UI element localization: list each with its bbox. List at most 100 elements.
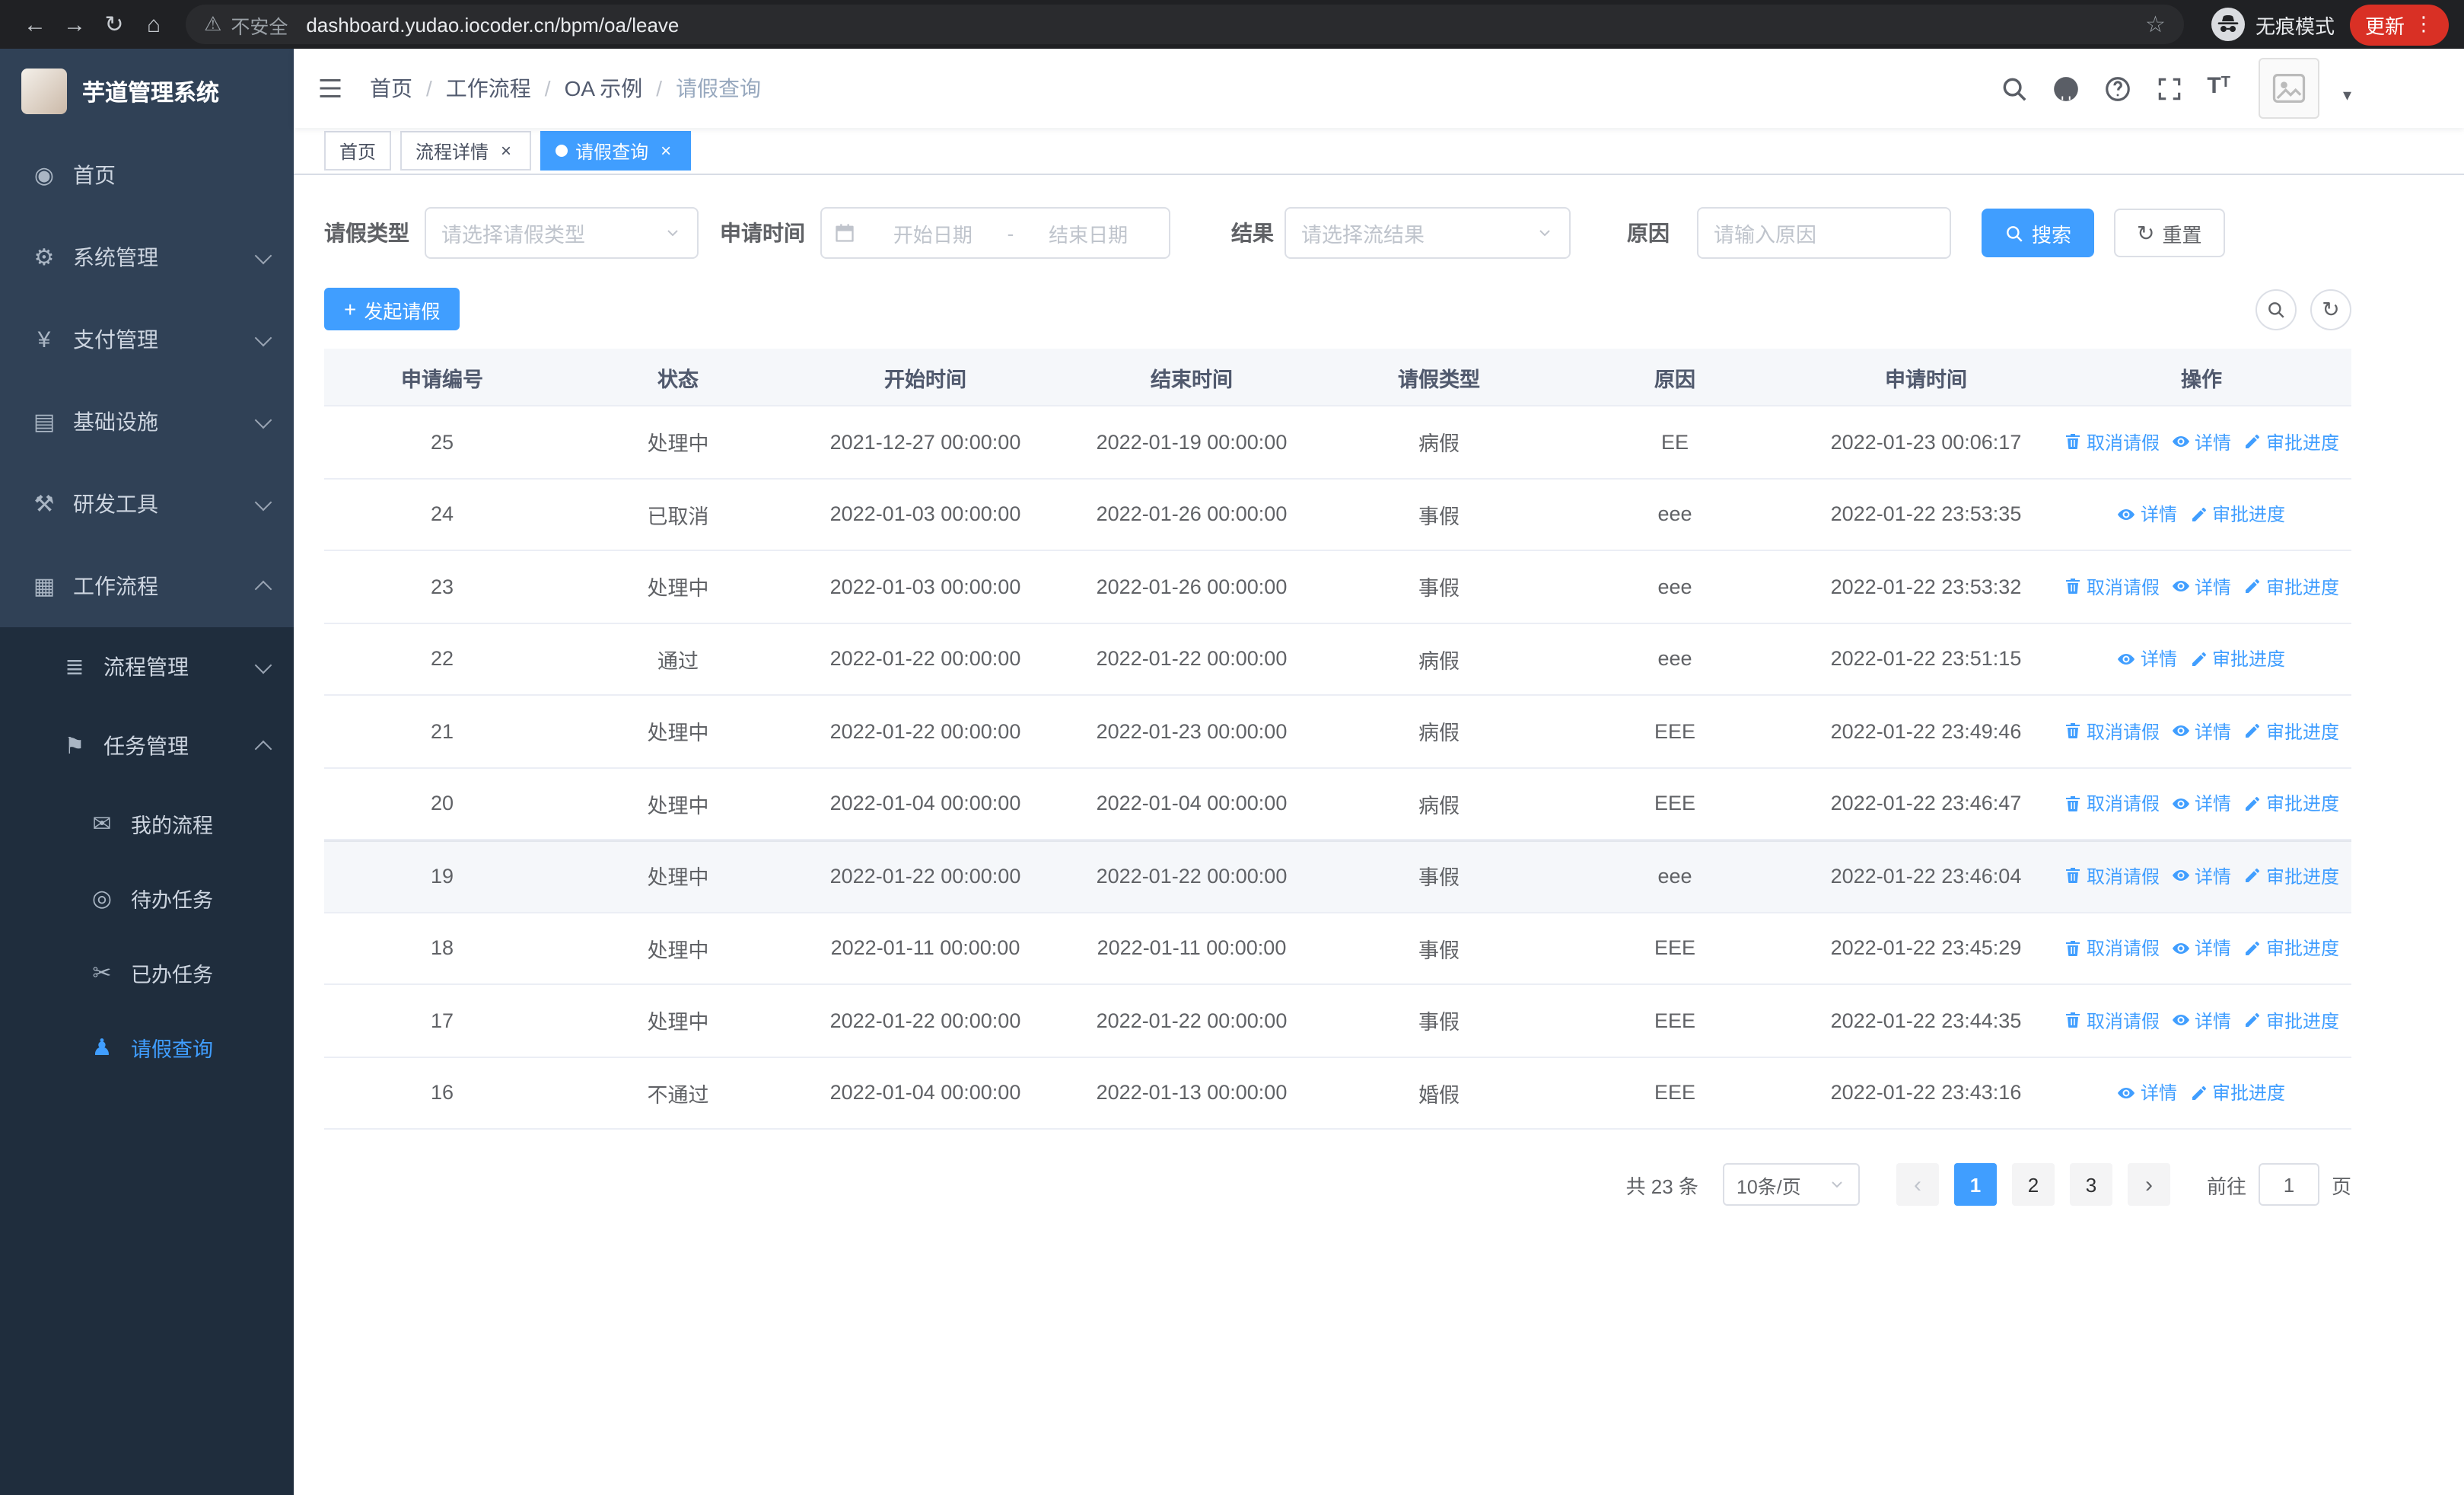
browser-menu-update-button[interactable]: 更新 ⋮ xyxy=(2349,4,2449,45)
result-select[interactable]: 请选择流结果 xyxy=(1285,207,1571,259)
sidebar-item-task-mgmt[interactable]: ⚑ 任务管理 xyxy=(0,706,294,786)
toggle-search-button[interactable] xyxy=(2255,288,2297,330)
approval-progress-link[interactable]: 审批进度 xyxy=(2243,719,2339,744)
help-icon[interactable] xyxy=(2103,74,2132,103)
approval-progress-link[interactable]: 审批进度 xyxy=(2189,1080,2285,1106)
sidebar-item-workflow[interactable]: ▦ 工作流程 xyxy=(0,545,294,627)
cancel-leave-link[interactable]: 取消请假 xyxy=(2064,719,2160,744)
table-row: 25 处理中 2021-12-27 00:00:00 2022-01-19 00:00… xyxy=(324,406,2351,479)
approval-progress-link[interactable]: 审批进度 xyxy=(2189,502,2285,528)
page-1-button[interactable]: 1 xyxy=(1953,1163,1997,1206)
approval-progress-link[interactable]: 审批进度 xyxy=(2189,646,2285,672)
page-size-select[interactable]: 10条/页 xyxy=(1722,1163,1860,1206)
breadcrumb-item[interactable]: OA 示例 xyxy=(565,73,643,104)
home-icon[interactable]: ⌂ xyxy=(134,11,173,37)
forward-icon[interactable]: → xyxy=(55,11,94,37)
leave-type-select[interactable]: 请选择请假类型 xyxy=(425,207,699,259)
approval-progress-link[interactable]: 审批进度 xyxy=(2243,429,2339,455)
sidebar-item-devtools[interactable]: ⚒ 研发工具 xyxy=(0,463,294,545)
sidebar-toggle-icon[interactable] xyxy=(315,75,345,102)
search-icon[interactable] xyxy=(2000,74,2029,103)
goto-page-input[interactable] xyxy=(2258,1163,2319,1206)
detail-link[interactable]: 详情 xyxy=(2172,791,2231,817)
create-leave-button[interactable]: + 发起请假 xyxy=(324,288,460,330)
cell-start: 2021-12-27 00:00:00 xyxy=(829,430,1021,454)
tab-首页[interactable]: 首页 xyxy=(324,131,392,171)
cell-applied: 2022-01-22 23:49:46 xyxy=(1830,719,2022,743)
detail-link[interactable]: 详情 xyxy=(2172,863,2231,889)
cancel-leave-link[interactable]: 取消请假 xyxy=(2064,791,2160,817)
approval-progress-link[interactable]: 审批进度 xyxy=(2243,574,2339,600)
sidebar-item-payment[interactable]: ¥ 支付管理 xyxy=(0,298,294,381)
cancel-leave-link[interactable]: 取消请假 xyxy=(2064,936,2160,961)
github-icon[interactable] xyxy=(2052,74,2080,103)
next-page-button[interactable]: › xyxy=(2127,1163,2170,1206)
detail-link[interactable]: 详情 xyxy=(2172,719,2231,744)
pagination: 共 23 条 10条/页 ‹ 123 › 前往 页 xyxy=(324,1163,2351,1206)
approval-progress-link[interactable]: 审批进度 xyxy=(2243,936,2339,961)
detail-link[interactable]: 详情 xyxy=(2118,1080,2177,1106)
detail-link[interactable]: 详情 xyxy=(2118,502,2177,528)
close-tab-icon[interactable]: × xyxy=(496,141,516,161)
font-size-icon[interactable]: TT xyxy=(2207,74,2230,103)
approval-progress-link[interactable]: 审批进度 xyxy=(2243,1008,2339,1034)
sidebar-item-process-mgmt[interactable]: ≣ 流程管理 xyxy=(0,627,294,706)
cell-start: 2022-01-04 00:00:00 xyxy=(829,792,1021,815)
sidebar-item-done-tasks[interactable]: ✂ 已办任务 xyxy=(0,935,294,1009)
cell-type: 病假 xyxy=(1418,649,1460,673)
avatar[interactable] xyxy=(2259,58,2320,119)
avatar-caret-icon[interactable]: ▾ xyxy=(2343,85,2351,105)
fullscreen-icon[interactable] xyxy=(2155,74,2184,103)
cell-reason: eee xyxy=(1657,502,1692,526)
sidebar-item-my-process[interactable]: ✉ 我的流程 xyxy=(0,786,294,860)
approval-progress-link[interactable]: 审批进度 xyxy=(2243,863,2339,889)
page-2-button[interactable]: 2 xyxy=(2011,1163,2055,1206)
end-date-input[interactable]: 结束日期 xyxy=(1020,218,1157,247)
url-text[interactable]: dashboard.yudao.iocoder.cn/bpm/oa/leave xyxy=(306,13,2136,36)
detail-link[interactable]: 详情 xyxy=(2172,429,2231,455)
reset-button[interactable]: ↻ 重置 xyxy=(2114,209,2225,257)
approval-progress-link[interactable]: 审批进度 xyxy=(2243,791,2339,817)
back-icon[interactable]: ← xyxy=(15,11,55,37)
prev-page-button[interactable]: ‹ xyxy=(1896,1163,1939,1206)
cell-end: 2022-01-26 00:00:00 xyxy=(1096,575,1288,598)
breadcrumb-item[interactable]: 首页 xyxy=(370,73,412,104)
app-logo[interactable]: 芋道管理系统 xyxy=(0,49,294,134)
pen-icon xyxy=(2189,505,2208,524)
sidebar-item-label: 首页 xyxy=(73,163,116,187)
cell-start: 2022-01-22 00:00:00 xyxy=(829,719,1021,743)
breadcrumb: 首页 / 工作流程 / OA 示例 / 请假查询 xyxy=(370,73,761,104)
sidebar-submenu: ≣ 流程管理 ⚑ 任务管理 ✉ 我的流程 ◎ 待办任务 ✂ 已办任务 ♟ 请假查询 xyxy=(0,627,294,1084)
security-label[interactable]: 不安全 xyxy=(231,10,288,39)
menu-dots-icon[interactable]: ⋮ xyxy=(2414,12,2434,37)
refresh-table-button[interactable]: ↻ xyxy=(2310,288,2351,330)
tab-请假查询[interactable]: 请假查询 × xyxy=(540,131,692,171)
sidebar-item-todo-tasks[interactable]: ◎ 待办任务 xyxy=(0,860,294,935)
apply-time-range-picker[interactable]: 开始日期 - 结束日期 xyxy=(820,207,1170,259)
search-button[interactable]: 搜索 xyxy=(1982,209,2095,257)
sidebar-item-label: 基础设施 xyxy=(73,410,158,434)
reload-icon[interactable]: ↻ xyxy=(94,11,134,38)
reason-input[interactable]: 请输入原因 xyxy=(1697,207,1951,259)
sidebar-item-home[interactable]: ◉ 首页 xyxy=(0,134,294,216)
sidebar-item-system[interactable]: ⚙ 系统管理 xyxy=(0,216,294,298)
cancel-leave-link[interactable]: 取消请假 xyxy=(2064,1008,2160,1034)
detail-link[interactable]: 详情 xyxy=(2172,1008,2231,1034)
cancel-leave-link[interactable]: 取消请假 xyxy=(2064,863,2160,889)
cancel-leave-link[interactable]: 取消请假 xyxy=(2064,574,2160,600)
tab-流程详情[interactable]: 流程详情 × xyxy=(400,131,532,171)
detail-link[interactable]: 详情 xyxy=(2172,574,2231,600)
breadcrumb-item[interactable]: 工作流程 xyxy=(446,73,531,104)
detail-link[interactable]: 详情 xyxy=(2172,936,2231,961)
table-body: 25 处理中 2021-12-27 00:00:00 2022-01-19 00:00… xyxy=(324,406,2351,1130)
start-date-input[interactable]: 开始日期 xyxy=(864,218,1001,247)
address-bar[interactable]: ⚠ 不安全 dashboard.yudao.iocoder.cn/bpm/oa/… xyxy=(186,5,2184,44)
close-tab-icon[interactable]: × xyxy=(656,141,676,161)
page-3-button[interactable]: 3 xyxy=(2069,1163,2112,1206)
chevron-down-icon xyxy=(254,655,272,674)
detail-link[interactable]: 详情 xyxy=(2118,646,2177,672)
bookmark-star-icon[interactable]: ☆ xyxy=(2145,11,2166,38)
sidebar-item-infra[interactable]: ▤ 基础设施 xyxy=(0,381,294,463)
cancel-leave-link[interactable]: 取消请假 xyxy=(2064,429,2160,455)
sidebar-item-leave-query[interactable]: ♟ 请假查询 xyxy=(0,1009,294,1084)
